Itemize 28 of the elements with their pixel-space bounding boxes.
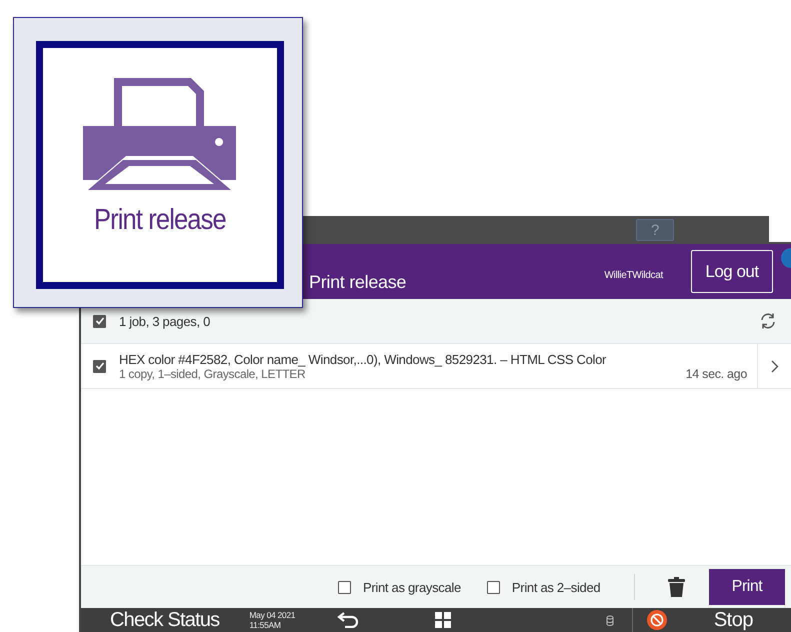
home-grid-icon[interactable] <box>435 612 452 628</box>
job-details: 1 copy, 1–sided, Grayscale, LETTER <box>119 366 306 380</box>
checkbox[interactable] <box>93 314 106 328</box>
job-title: HEX color #4F2582, Color name_ Windsor,...0), Windows_ 8529231. – HTML CSS Color <box>119 352 608 366</box>
trash-icon[interactable] <box>668 577 686 597</box>
job-age: 14 sec. ago <box>686 367 747 381</box>
check-status-button[interactable]: Check Status <box>110 608 220 632</box>
printer-icon <box>83 78 237 190</box>
status-time: 11:55AM <box>249 620 282 630</box>
option-label: Print as grayscale <box>363 580 461 594</box>
checkbox[interactable] <box>93 360 106 372</box>
option-label: Print as 2–sided <box>512 580 600 594</box>
tile-label: Print release <box>94 204 226 237</box>
user-name: WillieTWildcat <box>604 270 663 281</box>
job-summary: 1 job, 3 pages, 0 <box>119 314 210 328</box>
stop-icon[interactable] <box>647 610 668 630</box>
stop-button[interactable]: Stop <box>714 608 753 632</box>
chevron-right-icon[interactable] <box>770 360 778 372</box>
print-release-tile[interactable]: Print release <box>36 41 284 289</box>
checkbox[interactable] <box>486 580 500 594</box>
print-button[interactable]: Print <box>709 569 785 605</box>
logout-button[interactable]: Log out <box>691 250 773 293</box>
refresh-icon[interactable] <box>759 312 777 330</box>
print-job-row[interactable]: HEX color #4F2582, Color name_ Windsor,...0), Windows_ 8529231. – HTML CSS Color 1 copy, 1–sided, Grayscale, LETTER 14 sec. ago <box>81 344 791 389</box>
status-date: May 04 2021 <box>249 610 296 620</box>
storage-icon <box>606 614 614 626</box>
checkbox[interactable] <box>338 580 351 594</box>
page-title: Print release <box>309 272 406 293</box>
